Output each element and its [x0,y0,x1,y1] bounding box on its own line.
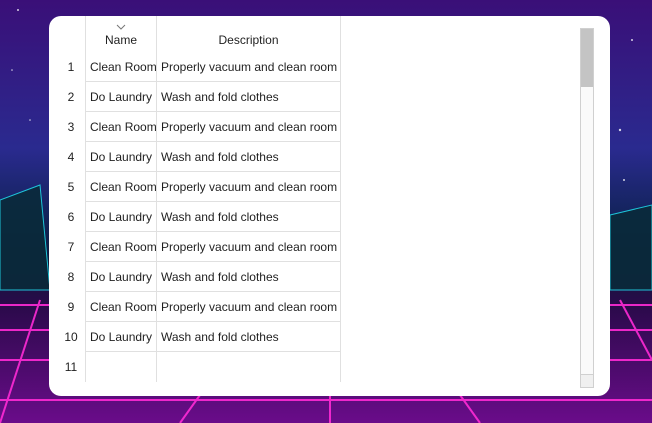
description-cell[interactable] [157,352,341,382]
table-row[interactable]: 11 [49,352,341,382]
row-number: 3 [67,120,75,134]
row-number: 10 [64,330,78,344]
description-cell[interactable]: Wash and fold clothes [157,202,341,232]
description-cell[interactable]: Wash and fold clothes [157,262,341,292]
header-row: Name Description [49,16,341,52]
table-row[interactable]: 5 Clean Room Properly vacuum and clean roo… [49,172,341,202]
row-number: 6 [67,210,75,224]
scroll-corner [581,374,593,387]
column-header-name[interactable]: Name [85,16,157,52]
row-number: 1 [67,60,75,74]
scroll-thumb[interactable] [581,29,593,87]
description-cell[interactable]: Properly vacuum and clean room [157,52,341,82]
name-cell[interactable]: Clean Room [85,292,157,322]
table-row[interactable]: 3 Clean Room Properly vacuum and clean roo… [49,112,341,142]
name-cell[interactable]: Clean Room [85,52,157,82]
row-number: 8 [67,270,75,284]
row-number: 4 [67,150,75,164]
name-cell[interactable]: Do Laundry [85,82,157,112]
description-cell[interactable]: Wash and fold clothes [157,82,341,112]
row-number: 7 [67,240,75,254]
name-cell[interactable]: Do Laundry [85,322,157,352]
row-number: 5 [67,180,75,194]
name-cell[interactable]: Do Laundry [85,202,157,232]
table-row[interactable]: 2 Do Laundry Wash and fold clothes [49,82,341,112]
table-row[interactable]: 9 Clean Room Properly vacuum and clean roo… [49,292,341,322]
name-cell[interactable]: Do Laundry [85,262,157,292]
table-row[interactable]: 8 Do Laundry Wash and fold clothes [49,262,341,292]
name-cell[interactable]: Do Laundry [85,142,157,172]
description-cell[interactable]: Properly vacuum and clean room [157,232,341,262]
name-cell[interactable] [85,352,157,382]
name-cell[interactable]: Clean Room [85,172,157,202]
description-cell[interactable]: Properly vacuum and clean room [157,112,341,142]
task-grid: Name Description 1 Clean Room Properly vac… [49,16,341,382]
table-row[interactable]: 4 Do Laundry Wash and fold clothes [49,142,341,172]
row-number: 9 [67,300,75,314]
table-row[interactable]: 7 Clean Room Properly vacuum and clean roo… [49,232,341,262]
row-number: 11 [64,360,78,374]
description-cell[interactable]: Properly vacuum and clean room [157,172,341,202]
row-number: 2 [67,90,75,104]
name-cell[interactable]: Clean Room [85,112,157,142]
name-cell[interactable]: Clean Room [85,232,157,262]
vertical-scrollbar[interactable] [580,28,594,388]
table-row[interactable]: 6 Do Laundry Wash and fold clothes [49,202,341,232]
task-table-window: Name Description 1 Clean Room Properly vac… [49,16,610,396]
description-cell[interactable]: Wash and fold clothes [157,142,341,172]
table-row[interactable]: 1 Clean Room Properly vacuum and clean roo… [49,52,341,82]
description-cell[interactable]: Wash and fold clothes [157,322,341,352]
column-header-description[interactable]: Description [157,16,341,52]
description-cell[interactable]: Properly vacuum and clean room [157,292,341,322]
table-row[interactable]: 10 Do Laundry Wash and fold clothes [49,322,341,352]
